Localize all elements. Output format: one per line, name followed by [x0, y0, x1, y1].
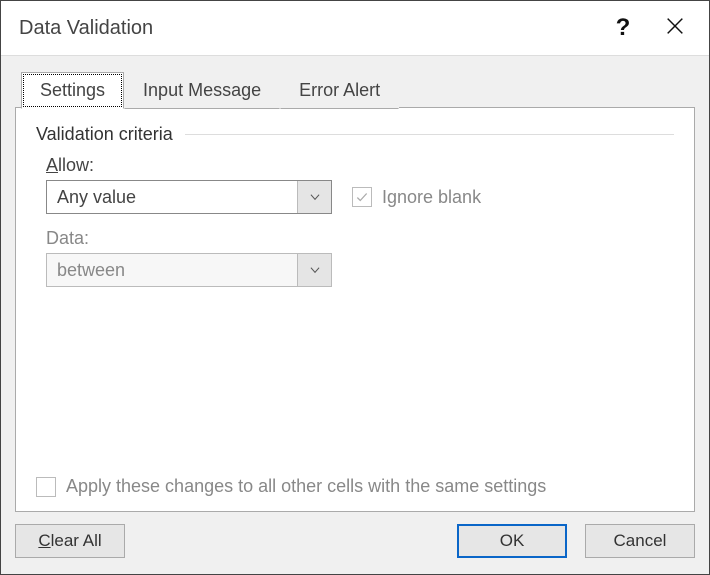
- allow-combobox[interactable]: Any value: [46, 180, 332, 214]
- data-validation-dialog: Data Validation ? Settings Input Message…: [0, 0, 710, 575]
- tab-label: Settings: [40, 80, 105, 100]
- close-icon: [664, 15, 686, 42]
- tab-settings[interactable]: Settings: [21, 72, 124, 109]
- allow-value: Any value: [47, 181, 297, 213]
- ignore-blank-label: Ignore blank: [382, 187, 481, 208]
- cancel-button[interactable]: Cancel: [585, 524, 695, 558]
- apply-all-checkbox: Apply these changes to all other cells w…: [36, 470, 674, 497]
- data-label: Data:: [46, 228, 674, 249]
- dialog-title: Data Validation: [19, 17, 597, 40]
- chevron-down-icon: [297, 181, 331, 213]
- data-field: Data: between: [46, 228, 674, 287]
- tab-input-message[interactable]: Input Message: [124, 72, 280, 109]
- help-icon: ?: [616, 14, 631, 42]
- tab-error-alert[interactable]: Error Alert: [280, 72, 399, 109]
- tabstrip: Settings Input Message Error Alert: [15, 70, 695, 108]
- data-combobox: between: [46, 253, 332, 287]
- close-button[interactable]: [649, 2, 701, 54]
- tabpanel-settings: Validation criteria Allow: Any value: [15, 107, 695, 512]
- tab-label: Error Alert: [299, 80, 380, 100]
- section-title: Validation criteria: [36, 124, 173, 145]
- tab-label: Input Message: [143, 80, 261, 100]
- check-icon: [355, 190, 369, 204]
- spacer: [36, 287, 674, 470]
- button-label: OK: [500, 531, 525, 551]
- button-bar: Clear All OK Cancel: [15, 512, 695, 560]
- allow-row: Any value Ignore blank: [46, 180, 674, 214]
- apply-all-label: Apply these changes to all other cells w…: [66, 476, 546, 497]
- chevron-down-icon: [297, 254, 331, 286]
- section-header: Validation criteria: [36, 124, 674, 145]
- data-value: between: [47, 254, 297, 286]
- help-button[interactable]: ?: [597, 2, 649, 54]
- allow-label: Allow:: [46, 155, 674, 176]
- button-label: Clear All: [38, 531, 101, 551]
- ignore-blank-checkbox: Ignore blank: [352, 187, 481, 208]
- checkbox-box: [36, 477, 56, 497]
- dialog-body: Settings Input Message Error Alert Valid…: [1, 55, 709, 574]
- divider: [185, 134, 674, 135]
- clear-all-button[interactable]: Clear All: [15, 524, 125, 558]
- titlebar: Data Validation ?: [1, 1, 709, 55]
- button-label: Cancel: [614, 531, 667, 551]
- ok-button[interactable]: OK: [457, 524, 567, 558]
- checkbox-box: [352, 187, 372, 207]
- allow-field: Allow: Any value Ignore blank: [46, 155, 674, 214]
